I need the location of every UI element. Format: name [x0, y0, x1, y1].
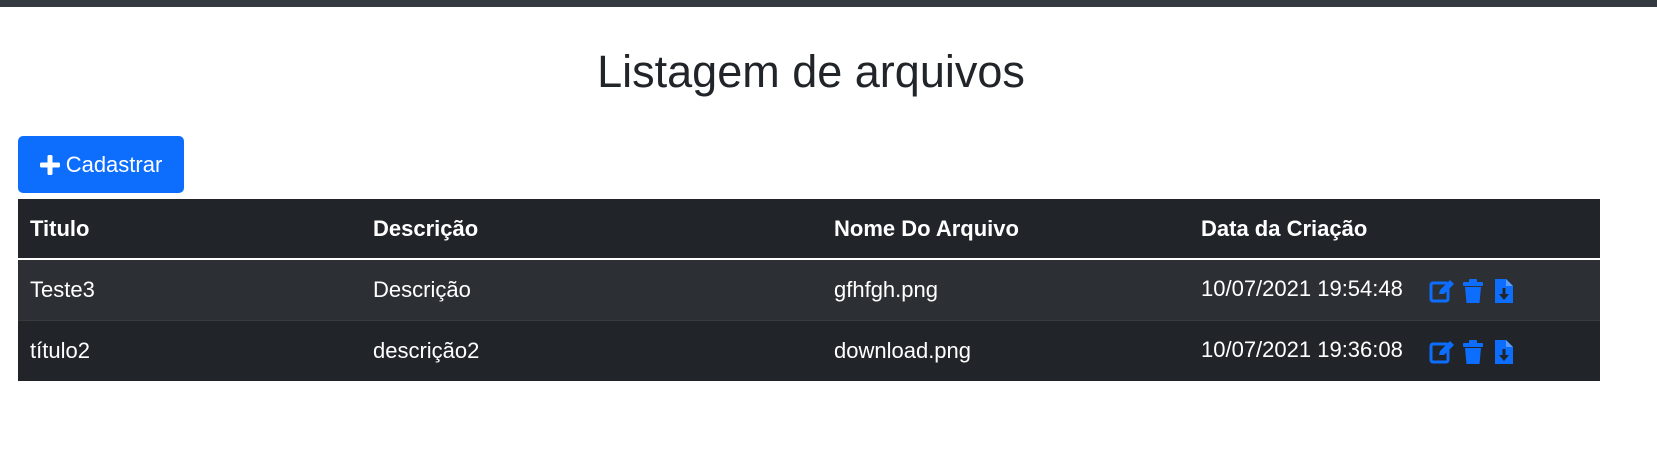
create-button-label: Cadastrar [65, 151, 163, 177]
create-button[interactable]: Cadastrar [18, 136, 184, 193]
cell-titulo: título2 [18, 320, 361, 381]
table-header-row: Titulo Descrição Nome Do Arquivo Data da… [18, 199, 1600, 260]
header-arquivo: Nome Do Arquivo [822, 199, 1189, 260]
cell-arquivo: download.png [822, 320, 1189, 381]
top-bar [0, 0, 1657, 7]
file-download-icon[interactable] [1491, 339, 1517, 365]
header-titulo: Titulo [18, 199, 361, 260]
page-title: Listagem de arquivos [597, 46, 1025, 97]
cell-descricao: descrição2 [361, 320, 822, 381]
header-data: Data da Criação [1189, 199, 1600, 260]
header-descricao: Descrição [361, 199, 822, 260]
table-row: Teste3 Descrição gfhfgh.png 10/07/2021 1… [18, 258, 1600, 321]
cell-descricao: Descrição [361, 258, 822, 321]
trash-icon[interactable] [1460, 278, 1486, 304]
cell-data: 10/07/2021 19:54:48 [1201, 276, 1403, 302]
cell-titulo: Teste3 [18, 258, 361, 321]
table-row: título2 descrição2 download.png 10/07/20… [18, 320, 1600, 381]
files-table: Titulo Descrição Nome Do Arquivo Data da… [18, 199, 1600, 381]
edit-icon[interactable] [1429, 278, 1455, 304]
trash-icon[interactable] [1460, 339, 1486, 365]
cell-data-actions: 10/07/2021 19:36:08 [1189, 320, 1600, 381]
row-actions [1429, 278, 1517, 304]
row-actions [1429, 339, 1517, 365]
cell-data-actions: 10/07/2021 19:54:48 [1189, 258, 1600, 321]
cell-data: 10/07/2021 19:36:08 [1201, 337, 1403, 363]
plus-icon [39, 154, 60, 175]
cell-arquivo: gfhfgh.png [822, 258, 1189, 321]
edit-icon[interactable] [1429, 339, 1455, 365]
file-download-icon[interactable] [1491, 278, 1517, 304]
